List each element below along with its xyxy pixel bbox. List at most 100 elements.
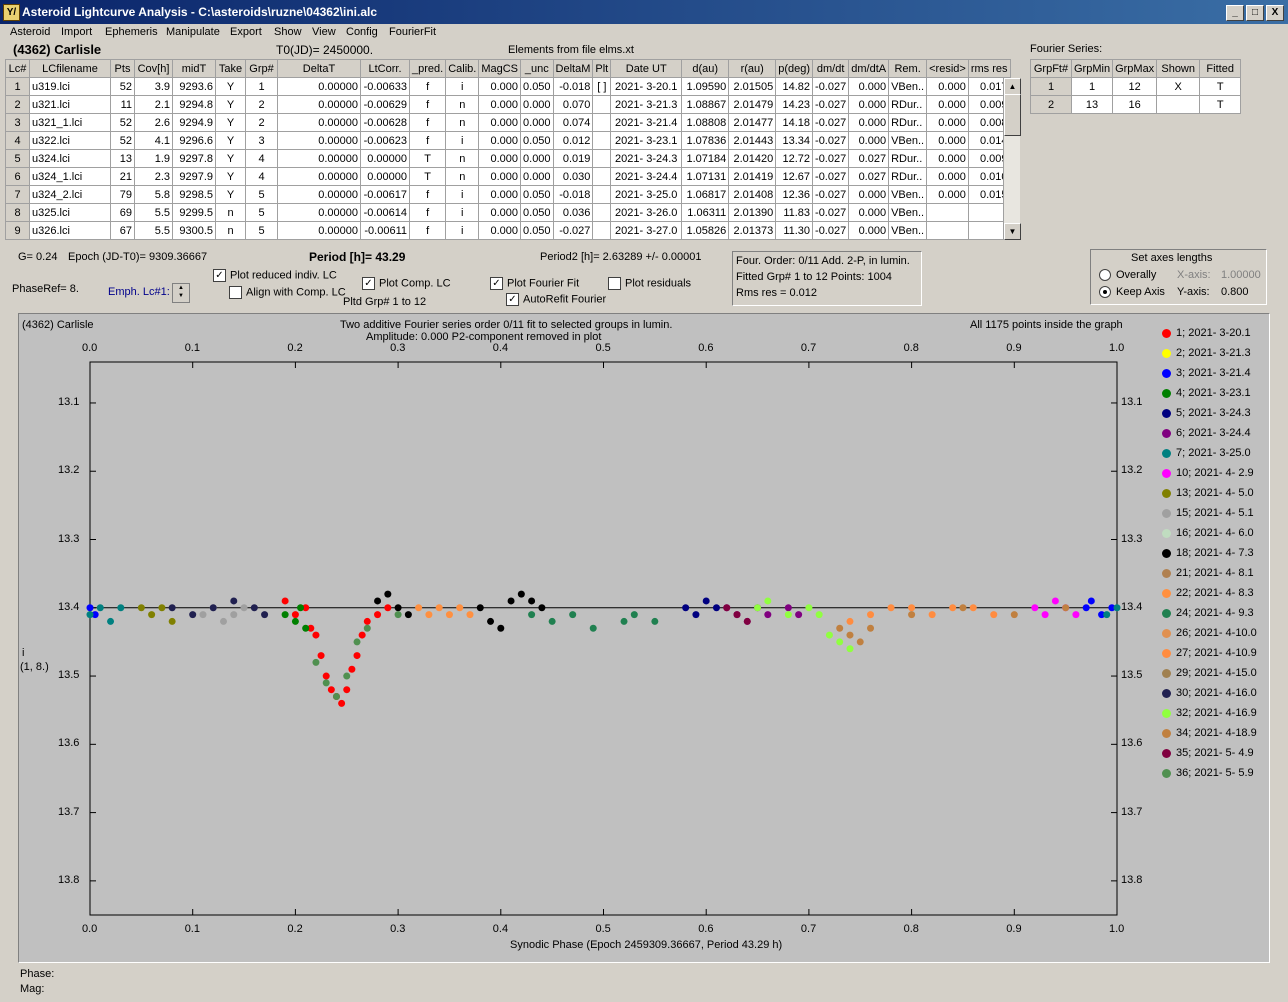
checkbox-box[interactable] xyxy=(608,277,621,290)
lightcurve-table[interactable]: Lc# LCfilename Pts Cov[h] midT Take Grp#… xyxy=(5,59,1011,240)
col-header[interactable]: _pred. xyxy=(408,59,447,78)
table-cell[interactable]: -0.027 xyxy=(812,131,850,150)
table-cell[interactable]: 0.012 xyxy=(552,131,594,150)
table-cell[interactable]: 0.000 xyxy=(848,203,890,222)
table-cell[interactable]: 0.050 xyxy=(520,77,554,96)
scroll-down-icon[interactable]: ▼ xyxy=(1004,223,1021,240)
table-cell[interactable] xyxy=(592,149,612,168)
col-header[interactable]: Cov[h] xyxy=(134,59,173,78)
table-scrollbar[interactable]: ▲ ▼ xyxy=(1003,78,1021,240)
col-header[interactable]: GrpFt# xyxy=(1030,59,1072,78)
table-cell[interactable]: 52 xyxy=(110,131,135,150)
close-button[interactable]: X xyxy=(1266,5,1284,21)
table-cell[interactable]: T xyxy=(1199,77,1242,96)
table-cell[interactable]: f xyxy=(408,221,447,240)
table-row[interactable]: 7 u324_2.lci 79 5.8 9298.5 Y 5 0.00000 -0.00617 f… xyxy=(5,185,1011,204)
row-header[interactable]: 4 xyxy=(5,131,30,150)
table-cell[interactable]: n xyxy=(445,149,480,168)
autorefit-checkbox[interactable]: ✓ AutoRefit Fourier xyxy=(506,293,606,306)
table-cell[interactable]: u326.lci xyxy=(29,221,111,240)
col-header[interactable]: GrpMin xyxy=(1070,59,1114,78)
table-row[interactable]: 1 u319.lci 52 3.9 9293.6 Y 1 0.00000 -0.00633 f i 0… xyxy=(5,77,1011,96)
table-cell[interactable]: Y xyxy=(215,77,246,96)
table-cell[interactable]: 2.01419 xyxy=(728,167,777,186)
row-header[interactable]: 8 xyxy=(5,203,30,222)
table-cell[interactable]: -0.00633 xyxy=(360,77,410,96)
menu-import[interactable]: Import xyxy=(61,26,92,38)
plot-residuals-checkbox[interactable]: Plot residuals xyxy=(608,277,691,290)
table-cell[interactable]: u321.lci xyxy=(29,95,111,114)
table-cell[interactable]: 69 xyxy=(110,203,135,222)
table-cell[interactable]: 0.000 xyxy=(926,131,969,150)
menu-manipulate[interactable]: Manipulate xyxy=(166,26,220,38)
table-cell[interactable]: -0.027 xyxy=(812,113,850,132)
menu-view[interactable]: View xyxy=(312,26,336,38)
overally-radio[interactable]: Overally xyxy=(1099,269,1156,282)
table-cell[interactable]: 2 xyxy=(245,113,278,132)
table-row[interactable]: 6 u324_1.lci 21 2.3 9297.9 Y 4 0.00000 0.00000 Tn… xyxy=(5,167,1011,186)
table-cell[interactable]: n xyxy=(445,95,480,114)
table-cell[interactable]: u324.lci xyxy=(29,149,111,168)
col-header[interactable]: LCfilename xyxy=(29,59,111,78)
table-cell[interactable]: 2.01479 xyxy=(728,95,777,114)
table-cell[interactable]: Y xyxy=(215,185,246,204)
table-cell[interactable]: 13.34 xyxy=(775,131,814,150)
table-cell[interactable]: f xyxy=(408,203,447,222)
col-header[interactable]: dm/dt xyxy=(812,59,850,78)
table-cell[interactable]: 2.01373 xyxy=(728,221,777,240)
table-cell[interactable]: 0.000 xyxy=(848,131,890,150)
table-cell[interactable]: -0.027 xyxy=(812,203,850,222)
table-cell[interactable]: 1.06817 xyxy=(681,185,730,204)
table-cell[interactable] xyxy=(1156,95,1201,114)
table-cell[interactable]: VBen.. xyxy=(888,77,928,96)
table-cell[interactable]: 14.23 xyxy=(775,95,814,114)
col-header[interactable]: <resid> xyxy=(926,59,969,78)
table-cell[interactable]: 5.5 xyxy=(134,221,173,240)
fourier-row[interactable]: 1 1 12 X T xyxy=(1030,77,1242,96)
table-cell[interactable]: -0.027 xyxy=(812,77,850,96)
table-cell[interactable]: VBen.. xyxy=(888,185,928,204)
table-cell[interactable]: u319.lci xyxy=(29,77,111,96)
table-cell[interactable]: 16 xyxy=(1112,95,1158,114)
col-header[interactable]: Plt xyxy=(592,59,612,78)
check-icon[interactable]: ✓ xyxy=(213,269,226,282)
table-cell[interactable]: 1 xyxy=(1070,77,1114,96)
radio-circle[interactable] xyxy=(1099,286,1111,299)
menu-export[interactable]: Export xyxy=(230,26,262,38)
table-cell[interactable]: f xyxy=(408,113,447,132)
table-cell[interactable]: 0.000 xyxy=(926,149,969,168)
table-cell[interactable]: 1.9 xyxy=(134,149,173,168)
table-cell[interactable]: f xyxy=(408,95,447,114)
table-cell[interactable]: 3.9 xyxy=(134,77,173,96)
table-cell[interactable]: 9297.8 xyxy=(172,149,216,168)
table-cell[interactable]: 1 xyxy=(245,77,278,96)
table-cell[interactable]: 0.027 xyxy=(848,167,890,186)
table-cell[interactable]: 0.000 xyxy=(926,95,969,114)
table-cell[interactable]: T xyxy=(1199,95,1242,114)
col-header[interactable]: LtCorr. xyxy=(360,59,410,78)
col-header[interactable]: DeltaM xyxy=(552,59,594,78)
table-cell[interactable]: 5 xyxy=(245,221,278,240)
table-cell[interactable]: 0.070 xyxy=(552,95,594,114)
table-cell[interactable]: 12.72 xyxy=(775,149,814,168)
table-cell[interactable]: 2021- 3-24.4 xyxy=(610,167,683,186)
table-cell[interactable]: 5 xyxy=(245,203,278,222)
table-cell[interactable]: X xyxy=(1156,77,1201,96)
table-cell[interactable]: VBen.. xyxy=(888,221,928,240)
table-cell[interactable]: RDur.. xyxy=(888,149,928,168)
table-cell[interactable]: u321_1.lci xyxy=(29,113,111,132)
checkbox-box[interactable] xyxy=(229,286,242,299)
table-cell[interactable]: -0.027 xyxy=(812,185,850,204)
col-header[interactable]: Take xyxy=(215,59,246,78)
table-cell[interactable]: -0.027 xyxy=(552,221,594,240)
table-cell[interactable] xyxy=(926,203,969,222)
table-cell[interactable]: n xyxy=(445,167,480,186)
table-cell[interactable]: 0.036 xyxy=(552,203,594,222)
table-cell[interactable]: VBen.. xyxy=(888,203,928,222)
table-cell[interactable]: RDur.. xyxy=(888,113,928,132)
table-cell[interactable]: 0.00000 xyxy=(277,221,361,240)
table-cell[interactable]: 0.000 xyxy=(926,185,969,204)
emph-spinner[interactable]: ▲ ▼ xyxy=(172,283,190,303)
table-cell[interactable]: f xyxy=(408,77,447,96)
yaxis-value[interactable]: 0.800 xyxy=(1221,286,1249,298)
